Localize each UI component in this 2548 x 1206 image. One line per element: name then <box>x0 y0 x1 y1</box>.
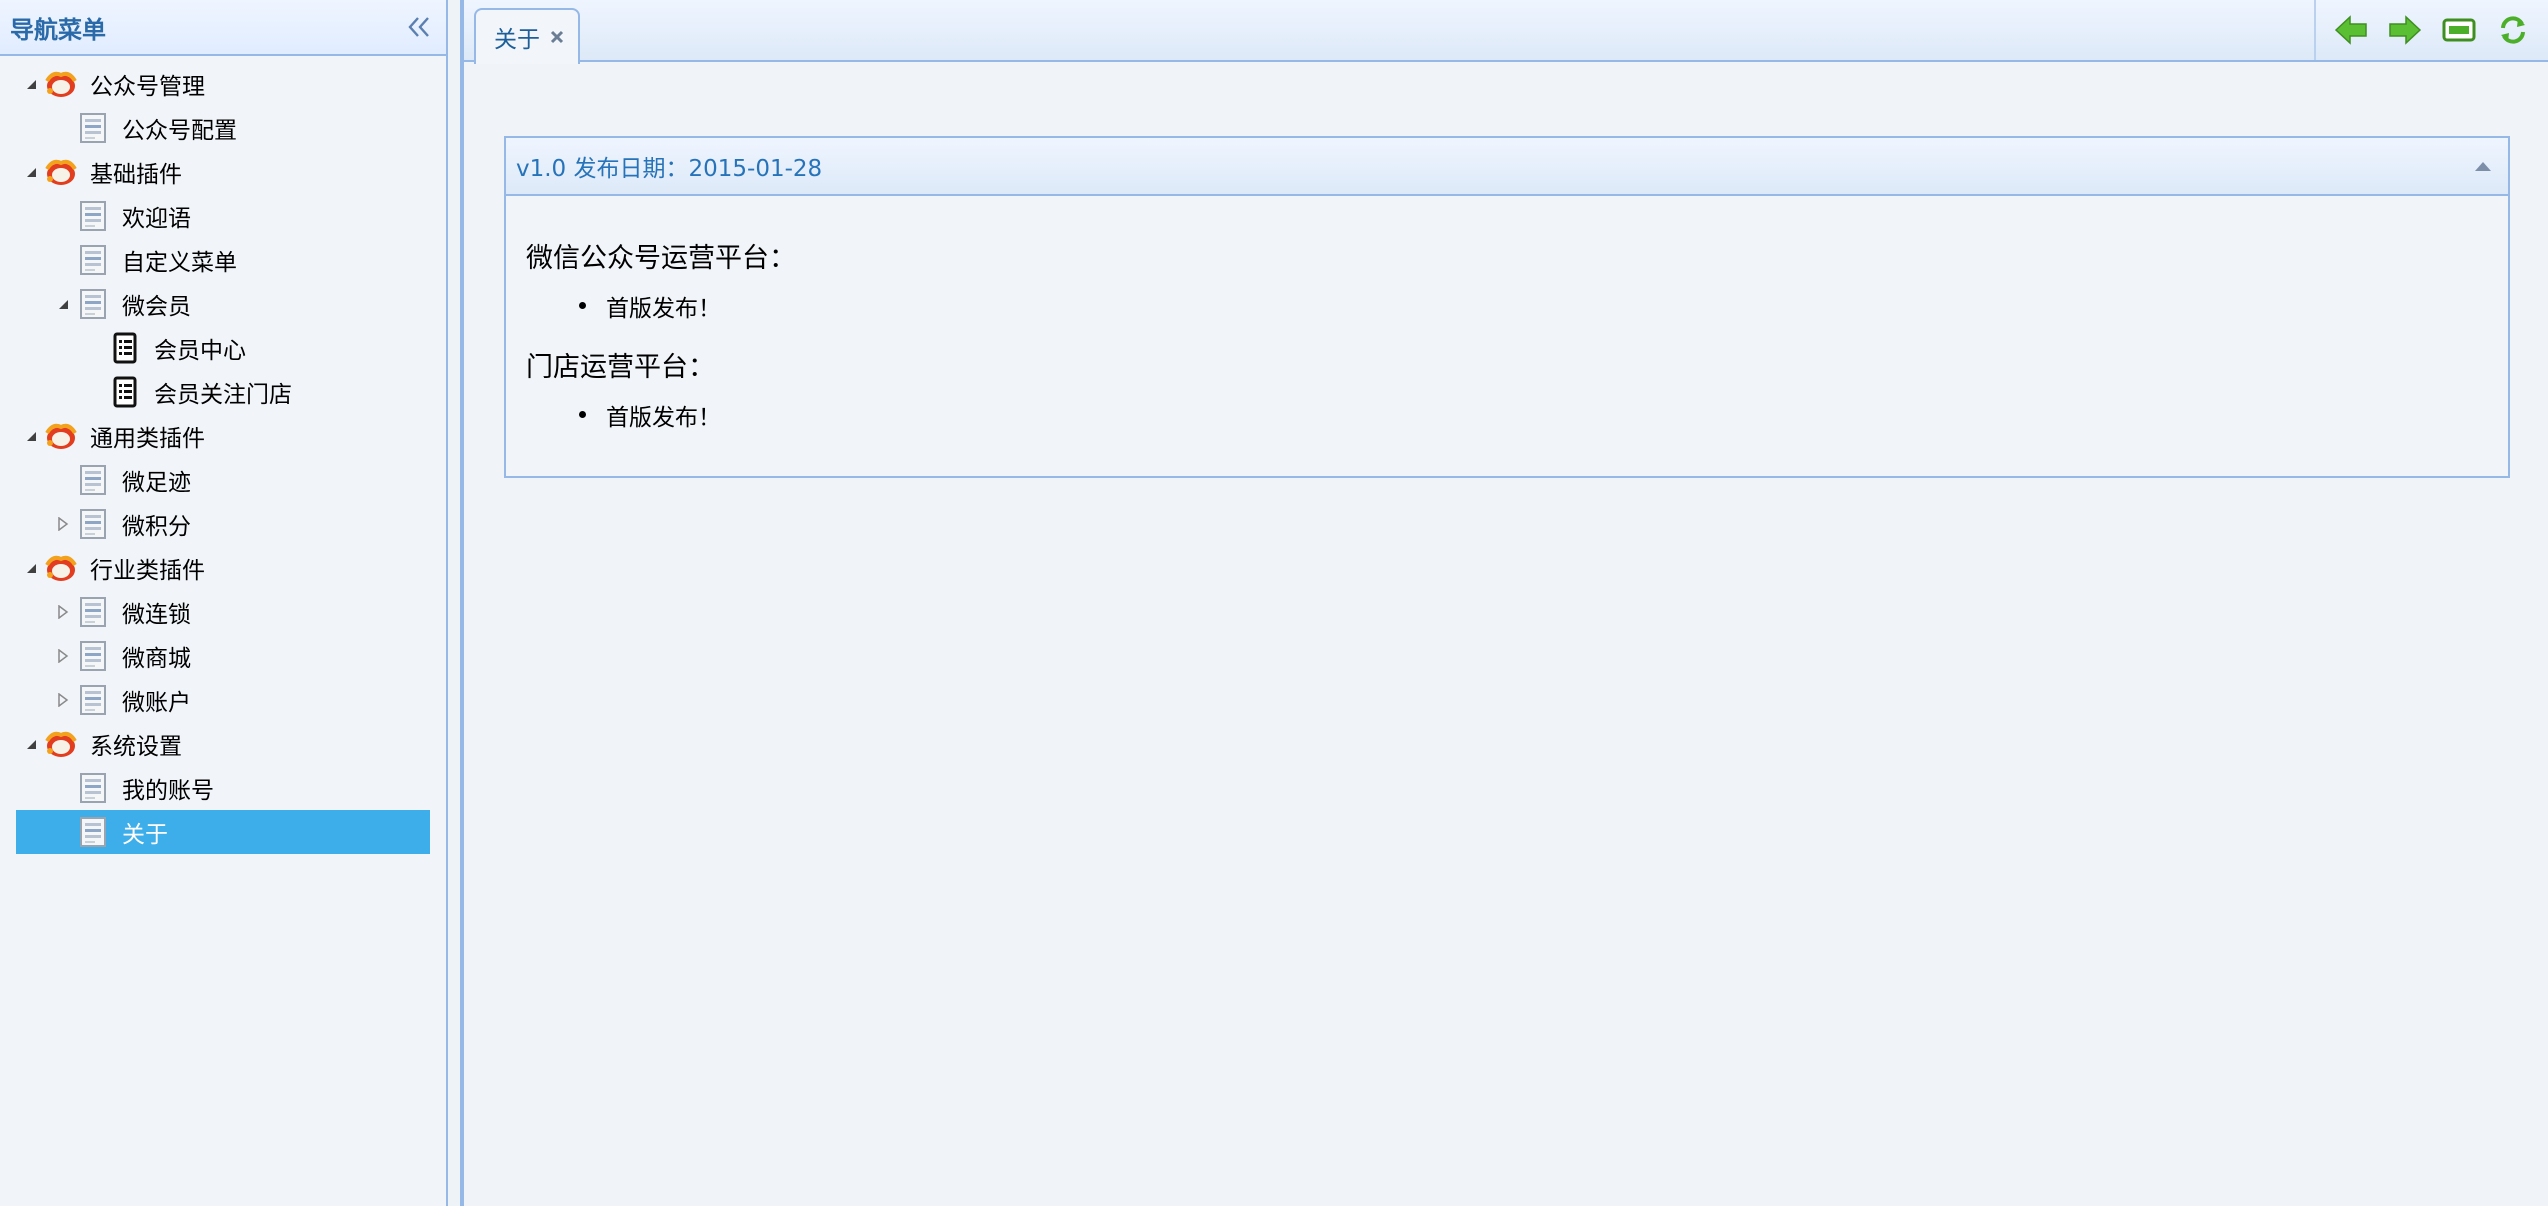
page-icon <box>76 771 110 805</box>
close-tab-icon[interactable] <box>548 28 566 46</box>
sidebar-title: 导航菜单 <box>10 15 106 44</box>
nav-item-10[interactable]: 微积分 <box>16 502 430 546</box>
nav-item-17[interactable]: 关于 <box>16 810 430 854</box>
nav-item-label: 通用类插件 <box>90 426 205 452</box>
section-list: 首版发布！ <box>526 398 2488 432</box>
folder-flame-icon <box>44 727 78 761</box>
nav-item-label: 会员中心 <box>154 338 246 364</box>
nav-item-9[interactable]: 微足迹 <box>16 458 430 502</box>
collapse-panel-icon[interactable] <box>2468 151 2498 181</box>
nav-item-13[interactable]: 微商城 <box>16 634 430 678</box>
nav-item-8[interactable]: 通用类插件 <box>16 414 430 458</box>
nav-item-15[interactable]: 系统设置 <box>16 722 430 766</box>
section-heading: 微信公众号运营平台： <box>526 243 796 274</box>
nav-item-16[interactable]: 我的账号 <box>16 766 430 810</box>
collapsed-arrow-icon[interactable] <box>56 517 70 531</box>
nav-sidebar: 导航菜单 公众号管理公众号配置基础插件欢迎语自定义菜单微会员会员中心会员关注门店… <box>0 0 448 1206</box>
expanded-arrow-icon[interactable] <box>24 737 38 751</box>
tab-about[interactable]: 关于 <box>474 8 580 64</box>
page-icon <box>76 815 110 849</box>
maximize-icon[interactable] <box>2440 11 2478 49</box>
nav-item-label: 公众号配置 <box>122 118 237 144</box>
nav-item-14[interactable]: 微账户 <box>16 678 430 722</box>
nav-item-11[interactable]: 行业类插件 <box>16 546 430 590</box>
nav-item-label: 微会员 <box>122 294 191 320</box>
nav-item-label: 会员关注门店 <box>154 382 292 408</box>
page-icon <box>76 199 110 233</box>
back-arrow-icon[interactable] <box>2332 11 2370 49</box>
folder-flame-icon <box>44 419 78 453</box>
list-icon <box>108 375 142 409</box>
nav-item-label: 微连锁 <box>122 602 191 628</box>
nav-item-6[interactable]: 会员中心 <box>16 326 430 370</box>
collapsed-arrow-icon[interactable] <box>56 605 70 619</box>
list-item: 首版发布！ <box>526 289 2488 323</box>
nav-item-5[interactable]: 微会员 <box>16 282 430 326</box>
collapse-sidebar-icon[interactable] <box>404 12 434 42</box>
nav-item-label: 微积分 <box>122 514 191 540</box>
collapsed-arrow-icon[interactable] <box>56 649 70 663</box>
nav-item-label: 基础插件 <box>90 162 182 188</box>
nav-item-label: 关于 <box>122 822 168 848</box>
folder-flame-icon <box>44 67 78 101</box>
main-content: 关于 v1.0 发布日期：2015-01-28 微信公众号运营平台： 首版发布！… <box>460 0 2548 1206</box>
nav-item-label: 自定义菜单 <box>122 250 237 276</box>
forward-arrow-icon[interactable] <box>2386 11 2424 49</box>
page-icon <box>76 111 110 145</box>
page-icon <box>76 463 110 497</box>
page-icon <box>76 243 110 277</box>
list-icon <box>108 331 142 365</box>
section-list: 首版发布！ <box>526 289 2488 323</box>
nav-tree: 公众号管理公众号配置基础插件欢迎语自定义菜单微会员会员中心会员关注门店通用类插件… <box>0 56 446 854</box>
nav-item-label: 微足迹 <box>122 470 191 496</box>
page-icon <box>76 507 110 541</box>
tab-bar: 关于 <box>464 0 2548 64</box>
nav-item-label: 公众号管理 <box>90 74 205 100</box>
expanded-arrow-icon[interactable] <box>24 561 38 575</box>
release-notes-panel: v1.0 发布日期：2015-01-28 微信公众号运营平台： 首版发布！ 门店… <box>504 136 2510 478</box>
panel-body: 微信公众号运营平台： 首版发布！ 门店运营平台： 首版发布！ <box>506 196 2508 432</box>
tab-tools <box>2314 0 2548 60</box>
nav-item-label: 系统设置 <box>90 734 182 760</box>
folder-flame-icon <box>44 155 78 189</box>
app-window: 导航菜单 公众号管理公众号配置基础插件欢迎语自定义菜单微会员会员中心会员关注门店… <box>0 0 2548 1206</box>
collapsed-arrow-icon[interactable] <box>56 693 70 707</box>
expanded-arrow-icon[interactable] <box>24 165 38 179</box>
tab-label: 关于 <box>494 27 540 53</box>
panel-title: v1.0 发布日期：2015-01-28 <box>516 156 823 182</box>
nav-item-label: 微商城 <box>122 646 191 672</box>
nav-item-label: 欢迎语 <box>122 206 191 232</box>
page-icon <box>76 639 110 673</box>
section-heading: 门店运营平台： <box>526 352 715 383</box>
refresh-icon[interactable] <box>2494 11 2532 49</box>
page-icon <box>76 683 110 717</box>
list-item: 首版发布！ <box>526 398 2488 432</box>
nav-item-label: 微账户 <box>122 690 191 716</box>
folder-flame-icon <box>44 551 78 585</box>
nav-item-2[interactable]: 基础插件 <box>16 150 430 194</box>
sidebar-header: 导航菜单 <box>0 0 446 56</box>
expanded-arrow-icon[interactable] <box>24 77 38 91</box>
nav-item-label: 我的账号 <box>122 778 214 804</box>
expanded-arrow-icon[interactable] <box>24 429 38 443</box>
nav-item-3[interactable]: 欢迎语 <box>16 194 430 238</box>
nav-item-7[interactable]: 会员关注门店 <box>16 370 430 414</box>
nav-item-12[interactable]: 微连锁 <box>16 590 430 634</box>
nav-item-4[interactable]: 自定义菜单 <box>16 238 430 282</box>
nav-item-1[interactable]: 公众号配置 <box>16 106 430 150</box>
expanded-arrow-icon[interactable] <box>56 297 70 311</box>
page-icon <box>76 595 110 629</box>
page-icon <box>76 287 110 321</box>
panel-header: v1.0 发布日期：2015-01-28 <box>506 138 2508 196</box>
nav-item-0[interactable]: 公众号管理 <box>16 62 430 106</box>
nav-item-label: 行业类插件 <box>90 558 205 584</box>
